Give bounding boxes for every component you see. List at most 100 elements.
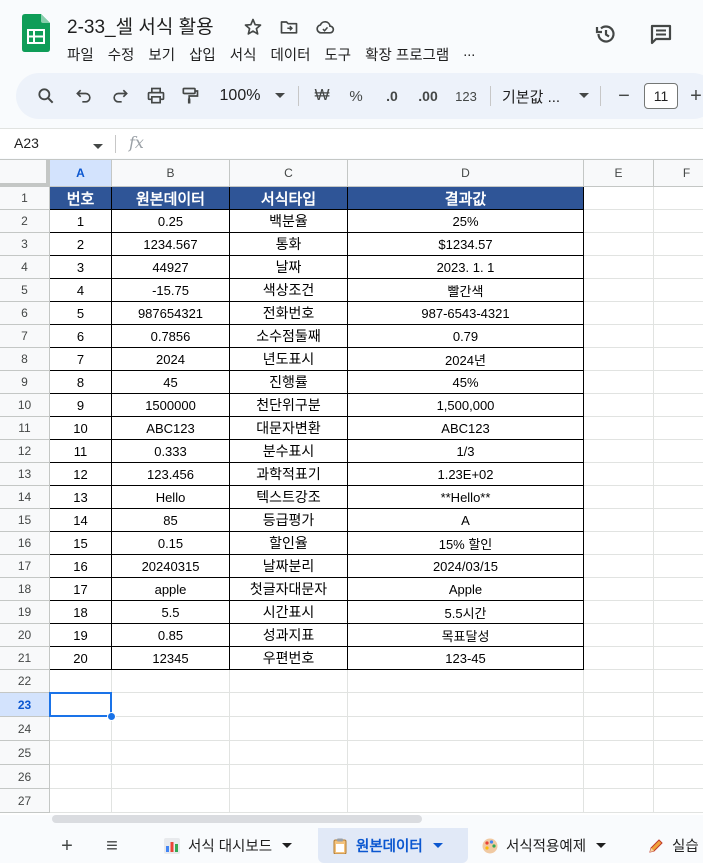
number-format-button[interactable]: 123 [452, 73, 480, 119]
empty-cell[interactable] [348, 741, 584, 765]
row-header-2[interactable]: 2 [0, 210, 50, 233]
empty-cell[interactable] [230, 717, 348, 741]
table-cell[interactable]: $1234.57 [348, 233, 584, 256]
empty-cell[interactable] [584, 325, 654, 348]
table-cell[interactable]: 4 [50, 279, 112, 302]
table-header-cell[interactable]: 원본데이터 [112, 187, 230, 210]
empty-cell[interactable] [654, 741, 703, 765]
table-cell[interactable]: 분수표시 [230, 440, 348, 463]
table-cell[interactable]: 진행률 [230, 371, 348, 394]
undo-icon[interactable] [72, 73, 96, 119]
table-cell[interactable]: 123-45 [348, 647, 584, 670]
table-header-cell[interactable]: 서식타입 [230, 187, 348, 210]
search-menus-icon[interactable] [34, 73, 58, 119]
table-cell[interactable]: -15.75 [112, 279, 230, 302]
select-all-corner[interactable] [0, 160, 50, 187]
empty-cell[interactable] [584, 486, 654, 509]
print-icon[interactable] [144, 73, 168, 119]
table-cell[interactable]: 16 [50, 555, 112, 578]
empty-cell[interactable] [112, 693, 230, 717]
empty-cell[interactable] [654, 463, 703, 486]
table-cell[interactable]: 천단위구분 [230, 394, 348, 417]
empty-cell[interactable] [654, 670, 703, 693]
table-cell[interactable]: 시간표시 [230, 601, 348, 624]
menu-more[interactable]: ... [456, 44, 482, 65]
empty-cell[interactable] [654, 693, 703, 717]
menu-data[interactable]: 데이터 [263, 44, 317, 65]
sheet-tab-practice[interactable]: 실습 [648, 828, 699, 863]
row-header-22[interactable]: 22 [0, 670, 50, 693]
empty-cell[interactable] [50, 765, 112, 789]
row-header-10[interactable]: 10 [0, 394, 50, 417]
row-header-13[interactable]: 13 [0, 463, 50, 486]
empty-cell[interactable] [654, 210, 703, 233]
increase-font-size-button[interactable]: + [688, 73, 703, 119]
table-cell[interactable]: 20 [50, 647, 112, 670]
empty-cell[interactable] [584, 624, 654, 647]
column-header-a[interactable]: A [50, 160, 112, 187]
table-cell[interactable]: 빨간색 [348, 279, 584, 302]
row-header-6[interactable]: 6 [0, 302, 50, 325]
empty-cell[interactable] [112, 741, 230, 765]
table-cell[interactable]: 6 [50, 325, 112, 348]
table-cell[interactable]: 3 [50, 256, 112, 279]
row-header-9[interactable]: 9 [0, 371, 50, 394]
empty-cell[interactable] [584, 532, 654, 555]
empty-cell[interactable] [584, 670, 654, 693]
star-icon[interactable] [240, 14, 266, 40]
empty-cell[interactable] [348, 693, 584, 717]
table-cell[interactable]: 2024년 [348, 348, 584, 371]
empty-cell[interactable] [50, 670, 112, 693]
menu-view[interactable]: 보기 [141, 44, 182, 65]
table-cell[interactable]: 20240315 [112, 555, 230, 578]
row-header-15[interactable]: 15 [0, 509, 50, 532]
table-cell[interactable]: 우편번호 [230, 647, 348, 670]
sheet-tab-format-examples[interactable]: 서식적용예제 [482, 828, 607, 863]
row-header-26[interactable]: 26 [0, 765, 50, 789]
font-family-select[interactable]: 기본값 ... [502, 73, 572, 119]
empty-cell[interactable] [654, 187, 703, 210]
empty-cell[interactable] [654, 302, 703, 325]
column-header-b[interactable]: B [112, 160, 230, 187]
name-box-dropdown-icon[interactable] [93, 137, 103, 155]
row-header-1[interactable]: 1 [0, 187, 50, 210]
table-cell[interactable]: 11 [50, 440, 112, 463]
empty-cell[interactable] [584, 279, 654, 302]
table-cell[interactable]: 13 [50, 486, 112, 509]
empty-cell[interactable] [50, 741, 112, 765]
table-cell[interactable]: **Hello** [348, 486, 584, 509]
empty-cell[interactable] [584, 509, 654, 532]
table-cell[interactable]: 15 [50, 532, 112, 555]
table-cell[interactable]: 44927 [112, 256, 230, 279]
table-cell[interactable]: 0.79 [348, 325, 584, 348]
table-cell[interactable]: 2024/03/15 [348, 555, 584, 578]
empty-cell[interactable] [584, 555, 654, 578]
table-cell[interactable]: 0.333 [112, 440, 230, 463]
row-header-17[interactable]: 17 [0, 555, 50, 578]
table-cell[interactable]: 18 [50, 601, 112, 624]
table-cell[interactable]: 백분율 [230, 210, 348, 233]
empty-cell[interactable] [584, 210, 654, 233]
table-header-cell[interactable]: 번호 [50, 187, 112, 210]
menu-format[interactable]: 서식 [223, 44, 264, 65]
table-cell[interactable]: 0.25 [112, 210, 230, 233]
percent-format-button[interactable]: % [344, 73, 368, 119]
comment-icon[interactable] [647, 20, 675, 48]
empty-cell[interactable] [654, 233, 703, 256]
row-header-12[interactable]: 12 [0, 440, 50, 463]
empty-cell[interactable] [584, 371, 654, 394]
table-cell[interactable]: Hello [112, 486, 230, 509]
empty-cell[interactable] [230, 670, 348, 693]
horizontal-scrollbar[interactable] [52, 815, 422, 823]
spreadsheet-grid[interactable]: A B C D E F 1 번호 원본데이터 서식타입 결과값 2 1 0.25 백분율 25% 3 2 1234.… [0, 159, 703, 815]
table-cell[interactable]: 10 [50, 417, 112, 440]
table-cell[interactable]: 2023. 1. 1 [348, 256, 584, 279]
table-cell[interactable]: 123.456 [112, 463, 230, 486]
table-cell[interactable]: 년도표시 [230, 348, 348, 371]
row-header-18[interactable]: 18 [0, 578, 50, 601]
sheet-tab-source-data[interactable]: 원본데이터 [318, 828, 468, 863]
table-cell[interactable]: 5 [50, 302, 112, 325]
move-to-folder-icon[interactable] [276, 14, 302, 40]
empty-cell[interactable] [230, 741, 348, 765]
empty-cell[interactable] [50, 789, 112, 813]
